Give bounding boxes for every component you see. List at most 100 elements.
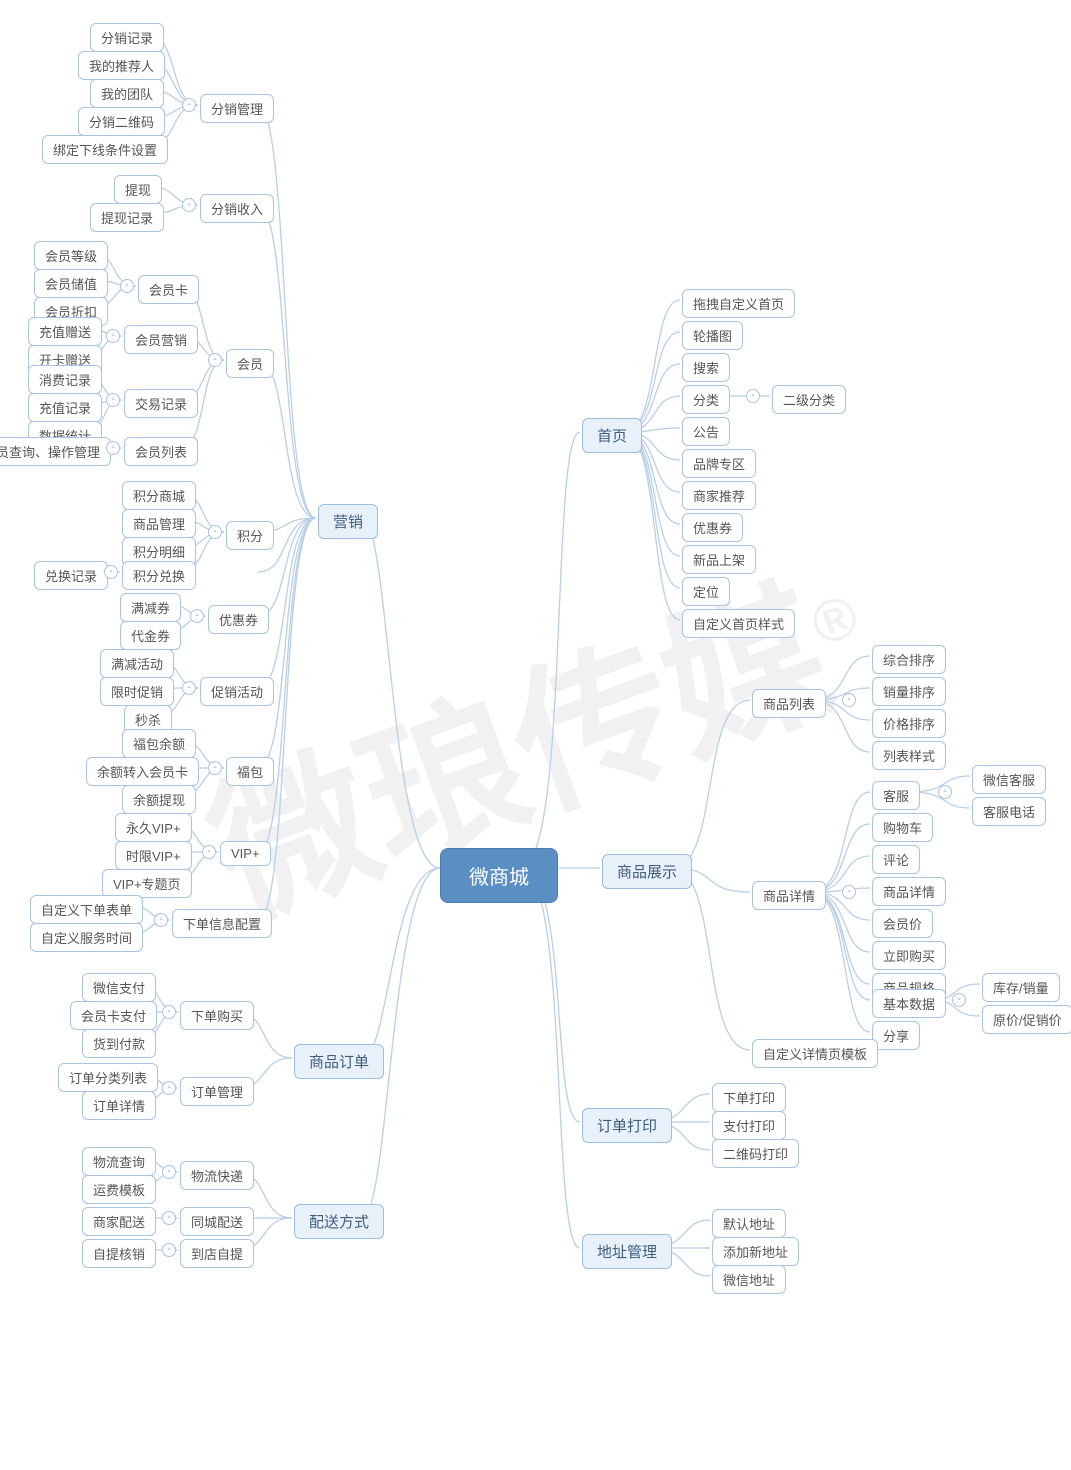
detail-vip[interactable]: 会员价 [872, 909, 933, 938]
home-brand[interactable]: 品牌专区 [682, 449, 756, 478]
cf1[interactable]: 自定义下单表单 [30, 895, 143, 924]
ship-exp[interactable]: 物流快递 [180, 1161, 254, 1190]
home-category[interactable]: 分类 [682, 385, 730, 414]
collapse-icon[interactable]: - [190, 609, 204, 623]
cs-tel[interactable]: 客服电话 [972, 797, 1046, 826]
b1[interactable]: 微信支付 [82, 973, 156, 1002]
w1[interactable]: 福包余额 [122, 729, 196, 758]
order-mgmt[interactable]: 订单管理 [180, 1077, 254, 1106]
base-price[interactable]: 原价/促销价 [982, 1005, 1071, 1034]
collapse-icon[interactable]: - [182, 681, 196, 695]
detail-base[interactable]: 基本数据 [872, 989, 946, 1018]
collapse-icon[interactable]: - [162, 1243, 176, 1257]
cat-marketing[interactable]: 营销 [318, 504, 378, 539]
home-coupon[interactable]: 优惠券 [682, 513, 743, 542]
collapse-icon[interactable]: - [208, 525, 222, 539]
mkt-member[interactable]: 会员 [226, 349, 274, 378]
mkt-dist-inc[interactable]: 分销收入 [200, 194, 274, 223]
home-loc[interactable]: 定位 [682, 577, 730, 606]
mm1[interactable]: 充值赠送 [28, 317, 102, 346]
collapse-icon[interactable]: - [106, 329, 120, 343]
cf2[interactable]: 自定义服务时间 [30, 923, 143, 952]
print-1[interactable]: 下单打印 [712, 1083, 786, 1112]
collapse-icon[interactable]: - [746, 389, 760, 403]
collapse-icon[interactable]: - [842, 885, 856, 899]
root-node[interactable]: 微商城 [440, 848, 558, 903]
product-list[interactable]: 商品列表 [752, 689, 826, 718]
di2[interactable]: 提现记录 [90, 203, 164, 232]
om1[interactable]: 订单分类列表 [58, 1063, 158, 1092]
list-sort3[interactable]: 价格排序 [872, 709, 946, 738]
product-detail[interactable]: 商品详情 [752, 881, 826, 910]
mkt-dist-mgmt[interactable]: 分销管理 [200, 94, 274, 123]
home-subcat[interactable]: 二级分类 [772, 385, 846, 414]
collapse-icon[interactable]: - [104, 565, 118, 579]
mkt-vip[interactable]: VIP+ [220, 841, 271, 866]
collapse-icon[interactable]: - [162, 1005, 176, 1019]
collapse-icon[interactable]: - [938, 785, 952, 799]
home-notice[interactable]: 公告 [682, 417, 730, 446]
detail-cs[interactable]: 客服 [872, 781, 920, 810]
detail-comment[interactable]: 评论 [872, 845, 920, 874]
pt-ex[interactable]: 积分兑换 [122, 561, 196, 590]
cat-ship[interactable]: 配送方式 [294, 1204, 384, 1239]
mkt-promo[interactable]: 促销活动 [200, 677, 274, 706]
collapse-icon[interactable]: - [208, 353, 222, 367]
collapse-icon[interactable]: - [106, 393, 120, 407]
home-rec[interactable]: 商家推荐 [682, 481, 756, 510]
mkt-cfg[interactable]: 下单信息配置 [172, 909, 272, 938]
pt2[interactable]: 商品管理 [122, 509, 196, 538]
dm3[interactable]: 我的团队 [90, 79, 164, 108]
home-search[interactable]: 搜索 [682, 353, 730, 382]
list-sort2[interactable]: 销量排序 [872, 677, 946, 706]
mkt-wallet[interactable]: 福包 [226, 757, 274, 786]
om2[interactable]: 订单详情 [82, 1091, 156, 1120]
order-buy[interactable]: 下单购买 [180, 1001, 254, 1030]
s1[interactable]: 自提核销 [82, 1239, 156, 1268]
cat-home[interactable]: 首页 [582, 418, 642, 453]
v1[interactable]: 永久VIP+ [115, 813, 192, 842]
list-style[interactable]: 列表样式 [872, 741, 946, 770]
collapse-icon[interactable]: - [162, 1081, 176, 1095]
dm4[interactable]: 分销二维码 [78, 107, 165, 136]
m-list[interactable]: 会员列表 [124, 437, 198, 466]
cat-print[interactable]: 订单打印 [582, 1108, 672, 1143]
collapse-icon[interactable]: - [182, 198, 196, 212]
mc1[interactable]: 会员等级 [34, 241, 108, 270]
mt1[interactable]: 消费记录 [28, 365, 102, 394]
addr-1[interactable]: 默认地址 [712, 1209, 786, 1238]
cs-wx[interactable]: 微信客服 [972, 765, 1046, 794]
mc2[interactable]: 会员储值 [34, 269, 108, 298]
di1[interactable]: 提现 [114, 175, 162, 204]
addr-2[interactable]: 添加新地址 [712, 1237, 799, 1266]
e2[interactable]: 运费模板 [82, 1175, 156, 1204]
m-tx[interactable]: 交易记录 [124, 389, 198, 418]
dm5[interactable]: 绑定下线条件设置 [42, 135, 168, 164]
m-card[interactable]: 会员卡 [138, 275, 199, 304]
v3[interactable]: VIP+专题页 [102, 869, 192, 898]
ship-self[interactable]: 到店自提 [180, 1239, 254, 1268]
v2[interactable]: 时限VIP+ [115, 841, 192, 870]
m-mkt[interactable]: 会员营销 [124, 325, 198, 354]
cat-order[interactable]: 商品订单 [294, 1044, 384, 1079]
pte1[interactable]: 兑换记录 [34, 561, 108, 590]
detail-share[interactable]: 分享 [872, 1021, 920, 1050]
collapse-icon[interactable]: - [106, 441, 120, 455]
mkt-coupon[interactable]: 优惠券 [208, 605, 269, 634]
collapse-icon[interactable]: - [120, 279, 134, 293]
dm2[interactable]: 我的推荐人 [78, 51, 165, 80]
b3[interactable]: 货到付款 [82, 1029, 156, 1058]
collapse-icon[interactable]: - [208, 761, 222, 775]
c1[interactable]: 满减券 [120, 593, 181, 622]
collapse-icon[interactable]: - [154, 913, 168, 927]
print-2[interactable]: 支付打印 [712, 1111, 786, 1140]
e1[interactable]: 物流查询 [82, 1147, 156, 1176]
ml1[interactable]: 会员查询、操作管理 [0, 437, 111, 466]
collapse-icon[interactable]: - [182, 98, 196, 112]
detail-cart[interactable]: 购物车 [872, 813, 933, 842]
mt2[interactable]: 充值记录 [28, 393, 102, 422]
mkt-points[interactable]: 积分 [226, 521, 274, 550]
home-drag[interactable]: 拖拽自定义首页 [682, 289, 795, 318]
cat-addr[interactable]: 地址管理 [582, 1234, 672, 1269]
w3[interactable]: 余额提现 [122, 785, 196, 814]
